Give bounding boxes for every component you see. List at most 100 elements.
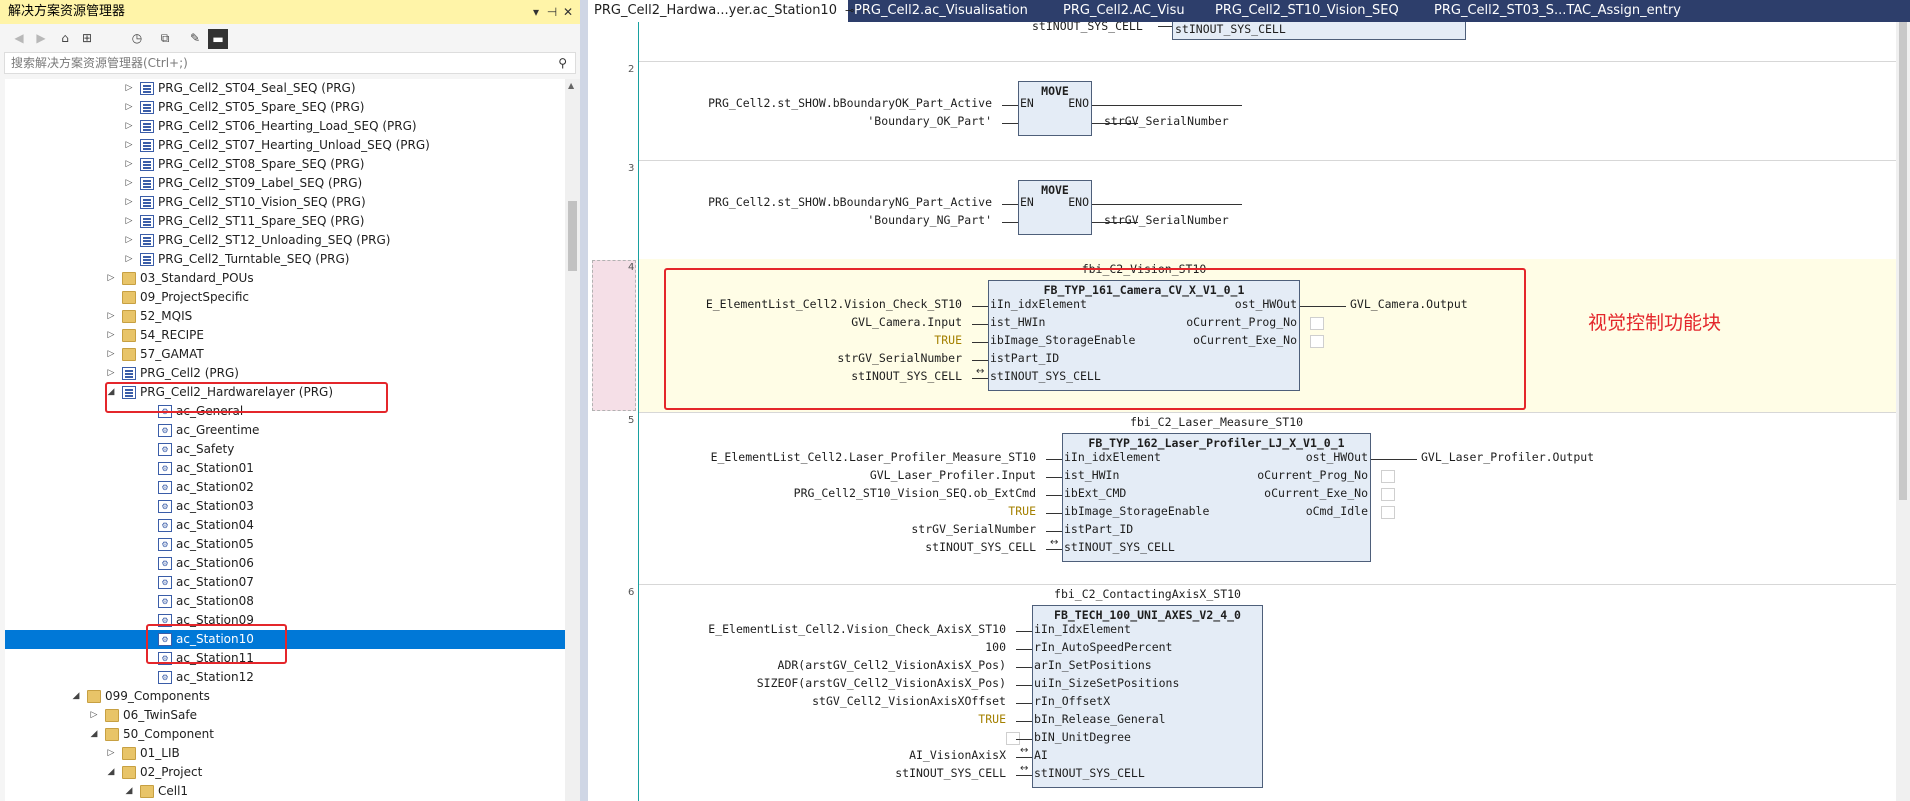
fb-input-arg[interactable]: strGV_SerialNumber (911, 522, 1036, 536)
panel-splitter[interactable] (580, 0, 588, 801)
fb-output-arg[interactable]: strGV_SerialNumber (1104, 114, 1229, 128)
tree-item[interactable]: ⚙ ac_Safety (5, 440, 565, 459)
empty-output-slot[interactable] (1381, 506, 1395, 519)
fb-input-arg[interactable]: PRG_Cell2.st_SHOW.bBoundaryNG_Part_Activ… (708, 195, 992, 209)
editor-scrollbar[interactable] (1896, 22, 1910, 801)
dropdown-icon[interactable]: ▾ (528, 0, 544, 24)
fb-input-arg[interactable]: 'Boundary_NG_Part' (867, 213, 992, 227)
forward-icon[interactable]: ▶ (32, 29, 50, 47)
tree-item[interactable]: ▷ PRG_Cell2_ST04_Seal_SEQ (PRG) (5, 79, 565, 98)
scrollbar-thumb[interactable] (568, 201, 577, 271)
tree-item[interactable]: ▷ PRG_Cell2_ST09_Label_SEQ (PRG) (5, 174, 565, 193)
tree-item[interactable]: ▷ 03_Standard_POUs (5, 269, 565, 288)
fb-input-arg[interactable]: stINOUT_SYS_CELL (925, 540, 1036, 554)
tree-item[interactable]: ◢ Cell1 (5, 782, 565, 801)
tree-item[interactable]: ▷ PRG_Cell2_ST08_Spare_SEQ (PRG) (5, 155, 565, 174)
collapse-all-icon[interactable]: ⧉ (156, 29, 174, 47)
tree-item[interactable]: ⚙ ac_Station01 (5, 459, 565, 478)
tree-item[interactable]: ▷ PRG_Cell2_Turntable_SEQ (PRG) (5, 250, 565, 269)
editor-tab[interactable]: PRG_Cell2_ST03_S...TAC_Assign_entry (1428, 0, 1681, 22)
editor-scrollbar-thumb[interactable] (1899, 22, 1907, 500)
search-icon[interactable]: ⚲ (558, 53, 567, 73)
expander-icon[interactable]: ◢ (88, 725, 100, 744)
fb-input-arg[interactable]: ADR(arstGV_Cell2_VisionAxisX_Pos) (778, 658, 1006, 672)
editor-tab[interactable]: PRG_Cell2.AC_Visu (1057, 0, 1197, 22)
explorer-search-input[interactable]: 搜索解决方案资源管理器(Ctrl+;) ⚲ (4, 52, 576, 74)
tree-item[interactable]: ⚙ ac_Station08 (5, 592, 565, 611)
expander-icon[interactable]: ▷ (105, 269, 117, 288)
fb-input-arg[interactable]: stINOUT_SYS_CELL (895, 766, 1006, 780)
tree-item[interactable]: ◢ 50_Component (5, 725, 565, 744)
preview-toggle-icon[interactable]: ▬ (208, 29, 228, 49)
tree-item[interactable]: ▷ PRG_Cell2 (PRG) (5, 364, 565, 383)
expander-icon[interactable]: ▷ (123, 231, 135, 250)
expander-icon[interactable]: ▷ (105, 364, 117, 383)
fb-input-arg[interactable]: GVL_Laser_Profiler.Input (870, 468, 1036, 482)
expander-icon[interactable]: ▷ (105, 744, 117, 763)
tree-item[interactable]: ▷ 06_TwinSafe (5, 706, 565, 725)
tree-item[interactable]: ⚙ ac_Station03 (5, 497, 565, 516)
editor-tab[interactable]: PRG_Cell2.ac_Visualisation (848, 0, 1048, 22)
tree-item[interactable]: ⚙ ac_Station06 (5, 554, 565, 573)
tree-item[interactable]: ◢ 099_Components (5, 687, 565, 706)
fb-input-arg[interactable]: PRG_Cell2.st_SHOW.bBoundaryOK_Part_Activ… (708, 96, 992, 110)
expander-icon[interactable]: ▷ (123, 250, 135, 269)
fb-input-arg[interactable]: 'Boundary_OK_Part' (867, 114, 992, 128)
expander-icon[interactable]: ◢ (105, 763, 117, 782)
tree-item[interactable]: ⚙ ac_Station07 (5, 573, 565, 592)
pin-icon[interactable]: ⊣ (544, 0, 560, 24)
tree-item[interactable]: ▷ PRG_Cell2_ST10_Vision_SEQ (PRG) (5, 193, 565, 212)
tree-item[interactable]: ▷ PRG_Cell2_ST11_Spare_SEQ (PRG) (5, 212, 565, 231)
expander-icon[interactable]: ▷ (123, 174, 135, 193)
tree-item[interactable]: ▷ PRG_Cell2_ST05_Spare_SEQ (PRG) (5, 98, 565, 117)
fb-input-arg[interactable]: AI_VisionAxisX (909, 748, 1006, 762)
explorer-scrollbar[interactable]: ▲ (565, 79, 580, 801)
empty-output-slot[interactable] (1381, 470, 1395, 483)
switch-views-icon[interactable]: ⊞ (78, 29, 96, 47)
fb-input-arg[interactable]: 100 (985, 640, 1006, 654)
fb-output-arg[interactable]: strGV_SerialNumber (1104, 213, 1229, 227)
tree-item[interactable]: ▷ PRG_Cell2_ST12_Unloading_SEQ (PRG) (5, 231, 565, 250)
editor-tab[interactable]: PRG_Cell2_Hardwa...yer.ac_Station10 ⊸ ✕ (588, 0, 871, 22)
tree-item[interactable]: 09_ProjectSpecific (5, 288, 565, 307)
tree-item[interactable]: ▷ PRG_Cell2_ST07_Hearting_Unload_SEQ (PRG… (5, 136, 565, 155)
tree-item[interactable]: ⚙ ac_Station04 (5, 516, 565, 535)
expander-icon[interactable]: ▷ (123, 136, 135, 155)
expander-icon[interactable]: ▷ (123, 98, 135, 117)
fb-input-arg[interactable]: SIZEOF(arstGV_Cell2_VisionAxisX_Pos) (757, 676, 1006, 690)
close-icon[interactable]: ✕ (560, 0, 576, 24)
expander-icon[interactable]: ▷ (123, 212, 135, 231)
tree-item[interactable]: ⚙ ac_Greentime (5, 421, 565, 440)
properties-wrench-icon[interactable]: ✎ (186, 29, 204, 47)
fb-instance-name[interactable]: fbi_C2_Laser_Measure_ST10 (1002, 415, 1431, 429)
expander-icon[interactable]: ▷ (105, 307, 117, 326)
back-icon[interactable]: ◀ (10, 29, 28, 47)
fb-input-arg[interactable]: E_ElementList_Cell2.Vision_Check_AxisX_S… (708, 622, 1006, 636)
history-icon[interactable]: ◷ (128, 29, 146, 47)
editor-tab[interactable]: PRG_Cell2_ST10_Vision_SEQ (1209, 0, 1414, 22)
tree-item[interactable]: ▷ PRG_Cell2_ST06_Hearting_Load_SEQ (PRG) (5, 117, 565, 136)
tree-item[interactable]: ⚙ ac_Station12 (5, 668, 565, 687)
expander-icon[interactable]: ▷ (88, 706, 100, 725)
fb-input-arg[interactable]: TRUE (1008, 504, 1036, 518)
tree-item[interactable]: ⚙ ac_Station02 (5, 478, 565, 497)
expander-icon[interactable]: ◢ (70, 687, 82, 706)
expander-icon[interactable]: ▷ (123, 79, 135, 98)
home-icon[interactable]: ⌂ (56, 29, 74, 47)
expander-icon[interactable]: ▷ (123, 193, 135, 212)
expander-icon[interactable]: ◢ (123, 782, 135, 801)
tree-item[interactable]: ▷ 54_RECIPE (5, 326, 565, 345)
tree-item[interactable]: ▷ 01_LIB (5, 744, 565, 763)
tree-item[interactable]: ▷ 52_MQIS (5, 307, 565, 326)
tree-item[interactable]: ⚙ ac_Station05 (5, 535, 565, 554)
tree-item[interactable]: ◢ 02_Project (5, 763, 565, 782)
fb-input-arg[interactable]: TRUE (978, 712, 1006, 726)
expander-icon[interactable]: ▷ (123, 117, 135, 136)
fb-input-arg[interactable]: PRG_Cell2_ST10_Vision_SEQ.ob_ExtCmd (794, 486, 1036, 500)
expander-icon[interactable]: ▷ (105, 326, 117, 345)
fb-input-arg[interactable]: E_ElementList_Cell2.Laser_Profiler_Measu… (711, 450, 1036, 464)
scroll-up-icon[interactable]: ▲ (568, 81, 574, 90)
fb-output-arg[interactable]: GVL_Laser_Profiler.Output (1421, 450, 1594, 464)
empty-output-slot[interactable] (1381, 488, 1395, 501)
expander-icon[interactable]: ▷ (105, 345, 117, 364)
